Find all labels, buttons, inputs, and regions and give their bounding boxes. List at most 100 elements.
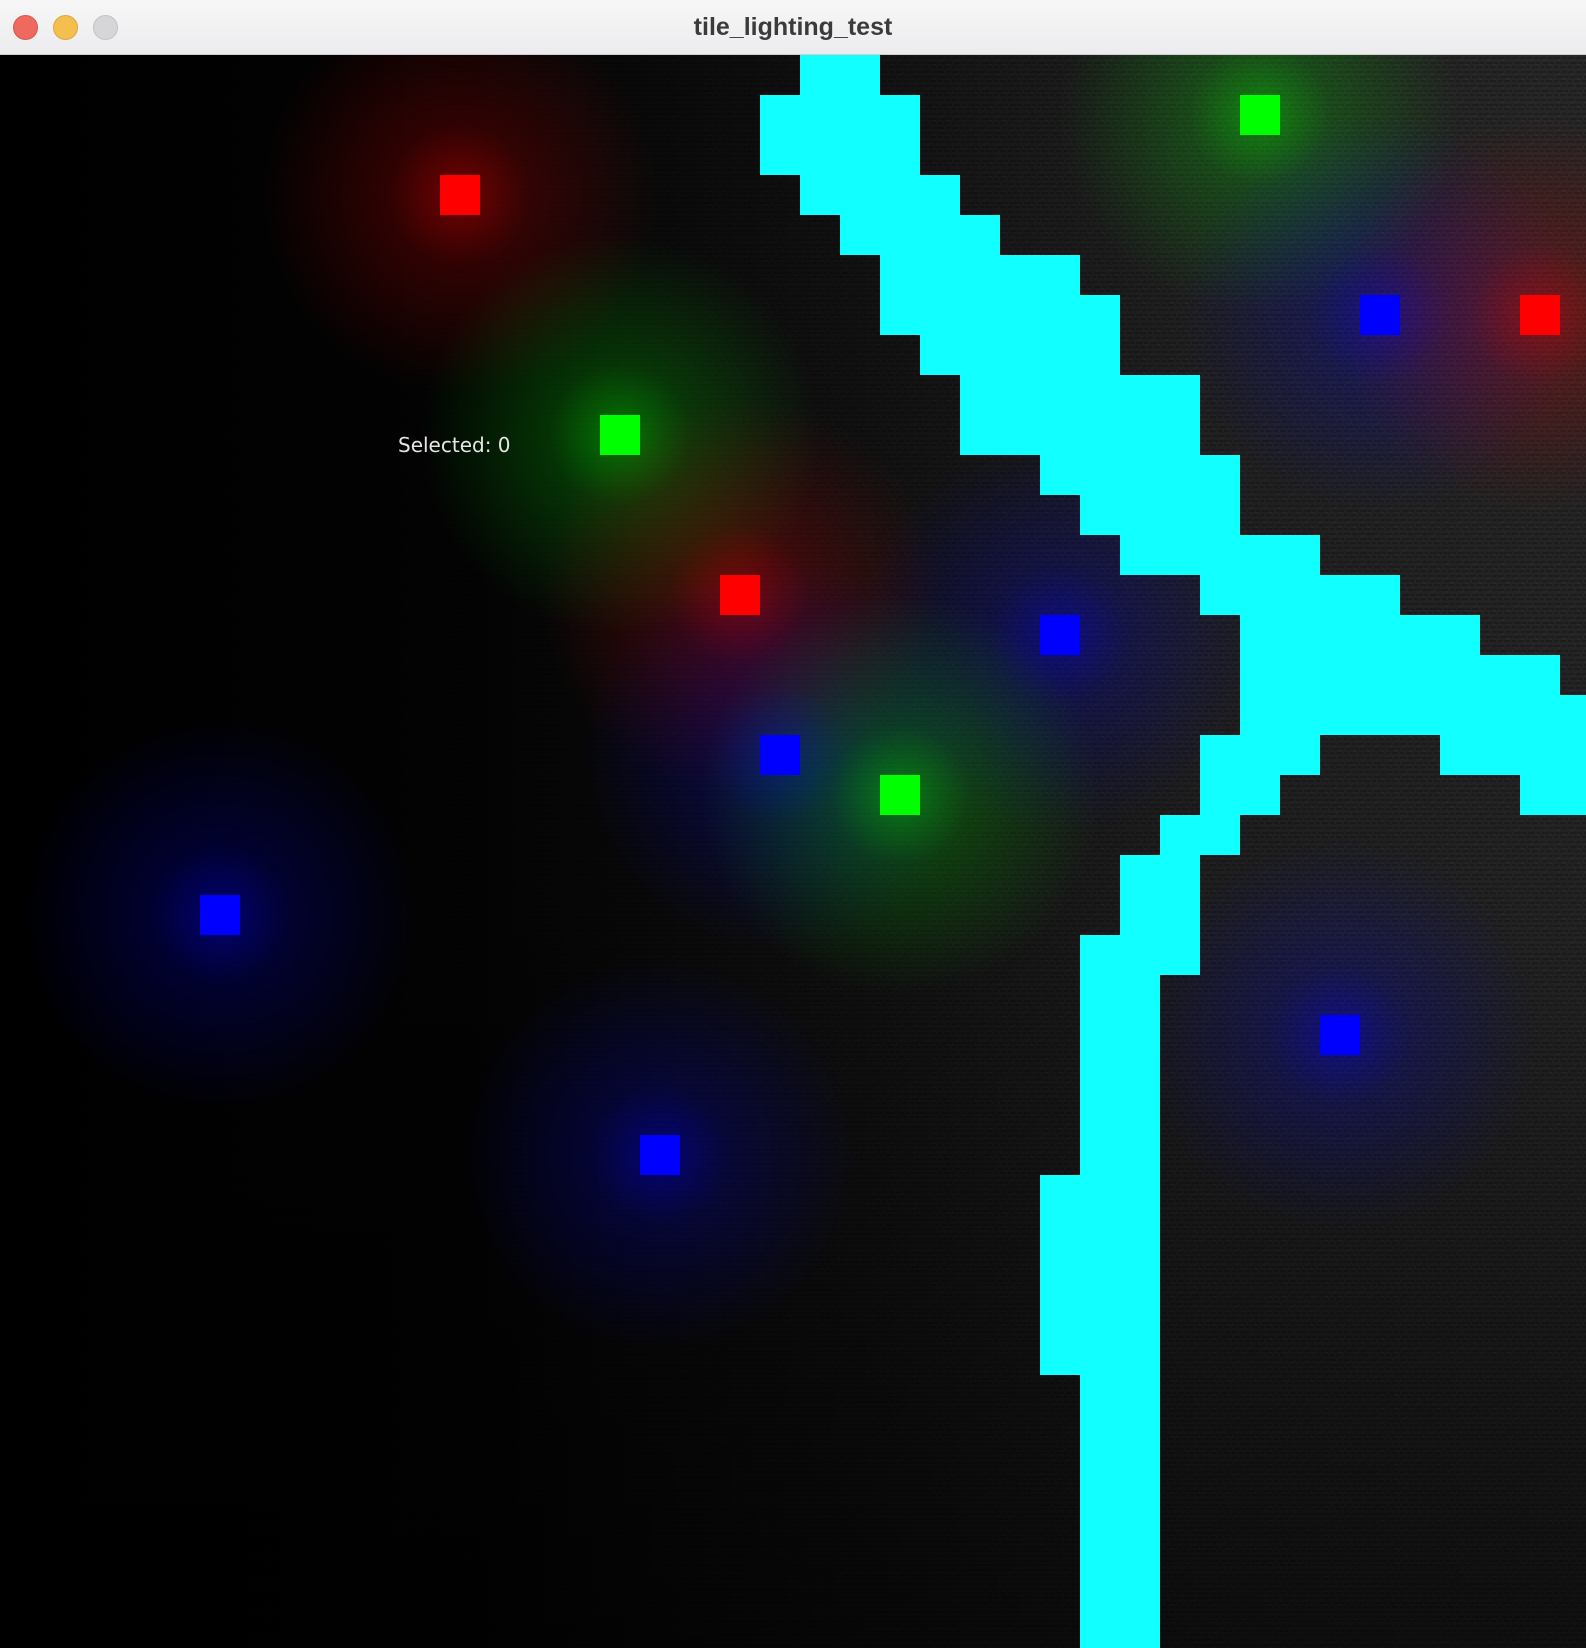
wall-tile xyxy=(960,215,1000,255)
wall-tile xyxy=(1400,655,1440,695)
wall-tile xyxy=(1040,375,1080,415)
wall-tile xyxy=(1360,655,1400,695)
wall-tile xyxy=(1080,455,1120,495)
wall-tile xyxy=(1200,775,1240,815)
light-red[interactable] xyxy=(1520,295,1560,335)
wall-tile xyxy=(1120,495,1160,535)
wall-tile xyxy=(1120,895,1160,935)
wall-tile xyxy=(1120,975,1160,1015)
wall-tile xyxy=(920,295,960,335)
wall-tile xyxy=(1200,495,1240,535)
window-title: tile_lighting_test xyxy=(693,13,893,41)
wall-tile xyxy=(1480,655,1520,695)
light-blue[interactable] xyxy=(1320,1015,1360,1055)
wall-tile xyxy=(1240,575,1280,615)
light-blue[interactable] xyxy=(200,895,240,935)
wall-tile xyxy=(1080,1255,1120,1295)
wall-tile xyxy=(1240,775,1280,815)
wall-tile xyxy=(1360,695,1400,735)
light-green[interactable] xyxy=(880,775,920,815)
wall-tile xyxy=(1400,615,1440,655)
wall-tile xyxy=(1440,695,1480,735)
wall-tile xyxy=(1520,735,1560,775)
wall-tile xyxy=(1120,375,1160,415)
wall-tile xyxy=(1120,1375,1160,1415)
wall-tile xyxy=(920,255,960,295)
wall-tile xyxy=(1080,295,1120,335)
wall-tile xyxy=(1080,495,1120,535)
wall-tile xyxy=(1080,1575,1120,1615)
wall-tile xyxy=(920,175,960,215)
wall-tile xyxy=(840,175,880,215)
wall-tile xyxy=(1120,1495,1160,1535)
wall-tile xyxy=(1120,1335,1160,1375)
wall-tile xyxy=(1080,1135,1120,1175)
wall-tile xyxy=(840,55,880,95)
wall-tile xyxy=(1280,655,1320,695)
wall-tile xyxy=(1160,535,1200,575)
wall-tile xyxy=(1160,895,1200,935)
wall-tile xyxy=(1040,295,1080,335)
wall-tile xyxy=(1080,975,1120,1015)
wall-tile xyxy=(1120,1295,1160,1335)
wall-tile xyxy=(1080,1375,1120,1415)
light-red[interactable] xyxy=(440,175,480,215)
wall-tile xyxy=(1240,535,1280,575)
wall-tile xyxy=(1120,1575,1160,1615)
wall-tile xyxy=(1200,535,1240,575)
wall-tile xyxy=(1480,695,1520,735)
light-green[interactable] xyxy=(1240,95,1280,135)
light-green[interactable] xyxy=(600,415,640,455)
wall-tile xyxy=(1240,615,1280,655)
wall-tile xyxy=(1360,575,1400,615)
light-blue[interactable] xyxy=(760,735,800,775)
wall-tile xyxy=(1080,1215,1120,1255)
wall-tile xyxy=(1040,415,1080,455)
wall-tile xyxy=(1080,1535,1120,1575)
wall-tile xyxy=(1120,855,1160,895)
wall-tile xyxy=(1080,1495,1120,1535)
title-bar[interactable]: tile_lighting_test xyxy=(0,0,1586,55)
wall-tile xyxy=(1000,415,1040,455)
wall-tile xyxy=(1080,1615,1120,1648)
wall-tile xyxy=(1040,335,1080,375)
wall-tile xyxy=(960,255,1000,295)
wall-tile xyxy=(960,295,1000,335)
wall-tile xyxy=(1560,775,1586,815)
wall-tile xyxy=(1080,1175,1120,1215)
tile-scene[interactable] xyxy=(0,55,1586,1648)
light-blue[interactable] xyxy=(640,1135,680,1175)
wall-tile xyxy=(880,255,920,295)
wall-tile xyxy=(1160,375,1200,415)
wall-tile xyxy=(1200,735,1240,775)
wall-tile xyxy=(1080,935,1120,975)
wall-tile xyxy=(960,415,1000,455)
wall-tile xyxy=(1560,695,1586,735)
wall-tile xyxy=(1000,335,1040,375)
app-window: tile_lighting_test Selected: 0 xyxy=(0,0,1586,1648)
wall-tile xyxy=(1240,735,1280,775)
wall-tile xyxy=(1280,735,1320,775)
wall-tile xyxy=(1560,735,1586,775)
game-viewport[interactable]: Selected: 0 xyxy=(0,55,1586,1648)
wall-tile xyxy=(840,135,880,175)
light-red[interactable] xyxy=(720,575,760,615)
selected-value: 0 xyxy=(497,433,511,457)
wall-tile xyxy=(1240,655,1280,695)
wall-tile xyxy=(1280,575,1320,615)
wall-tile xyxy=(1480,735,1520,775)
wall-tile xyxy=(1280,615,1320,655)
wall-tile xyxy=(1040,255,1080,295)
wall-tile xyxy=(1400,695,1440,735)
wall-tile xyxy=(1120,1415,1160,1455)
wall-tile xyxy=(760,135,800,175)
wall-tile xyxy=(1520,655,1560,695)
selected-label: Selected: xyxy=(398,433,492,457)
wall-tile xyxy=(1080,375,1120,415)
light-blue[interactable] xyxy=(1360,295,1400,335)
wall-tile xyxy=(1000,375,1040,415)
wall-tile xyxy=(1120,415,1160,455)
wall-tile xyxy=(1160,855,1200,895)
light-blue[interactable] xyxy=(1040,615,1080,655)
wall-tile xyxy=(880,215,920,255)
